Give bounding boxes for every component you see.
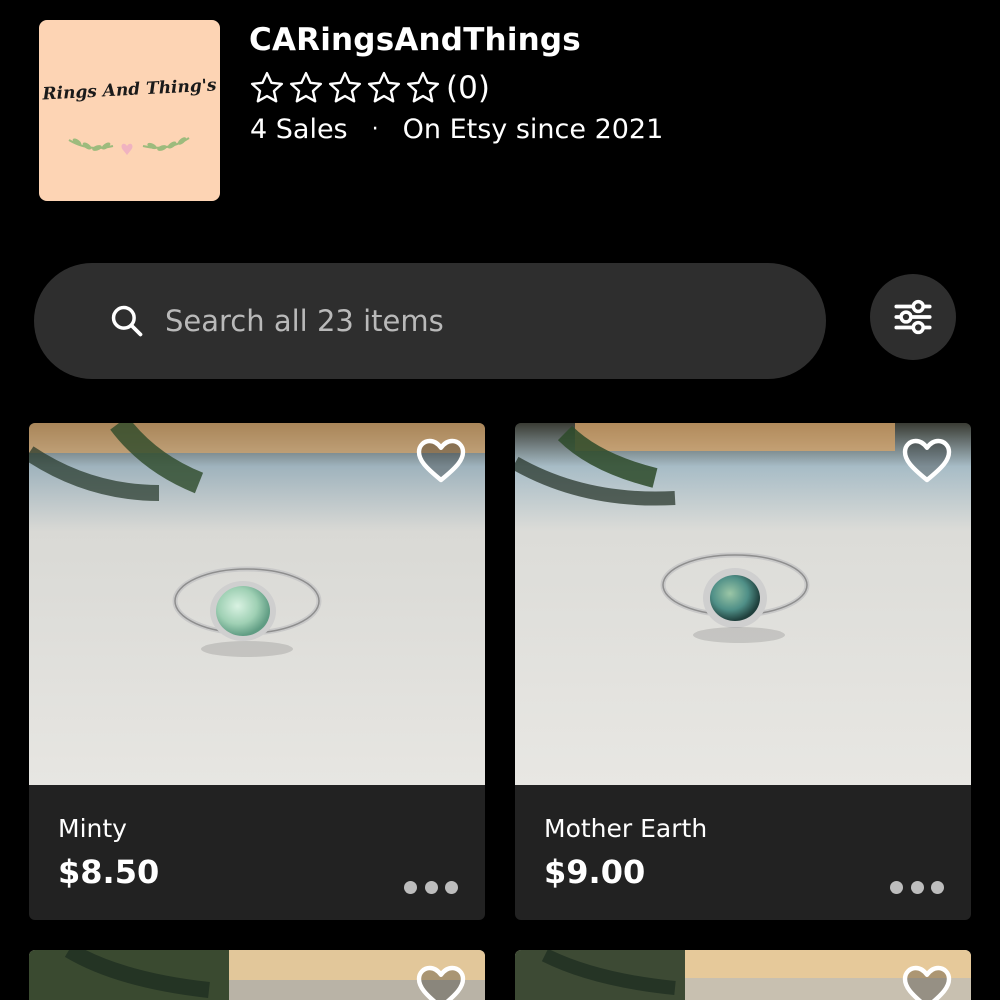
- dot-icon: [404, 880, 417, 894]
- more-options-button[interactable]: [890, 878, 944, 896]
- sliders-icon: [894, 299, 932, 335]
- dot-icon: [890, 880, 903, 894]
- star-outline-icon: [250, 71, 284, 103]
- dot-icon: [445, 880, 458, 894]
- shop-rating[interactable]: (0): [248, 68, 490, 108]
- heart-outline-icon: [902, 965, 952, 1000]
- heart-outline-icon: [416, 438, 466, 483]
- search-bar[interactable]: [34, 263, 826, 379]
- shop-logo[interactable]: Rings And Thing's: [39, 20, 220, 201]
- favorite-button[interactable]: [901, 964, 953, 1000]
- logo-ornament-icon: [68, 137, 190, 155]
- listing-card[interactable]: [29, 950, 485, 1000]
- listing-price: $8.50: [58, 853, 160, 891]
- filter-button[interactable]: [870, 274, 956, 360]
- meta-separator: ·: [371, 117, 379, 142]
- sales-count: 4 Sales: [250, 114, 348, 145]
- rating-count: (0): [446, 70, 490, 106]
- star-outline-icon: [289, 71, 323, 103]
- star-outline-icon: [367, 71, 401, 103]
- dot-icon: [931, 880, 944, 894]
- star-outline-icon: [328, 71, 362, 103]
- dot-icon: [910, 880, 924, 894]
- listing-card[interactable]: Mother Earth $9.00: [515, 423, 971, 920]
- listing-card[interactable]: Minty $8.50: [29, 423, 485, 920]
- favorite-button[interactable]: [415, 964, 467, 1000]
- heart-outline-icon: [416, 965, 466, 1000]
- search-icon: [111, 305, 143, 337]
- heart-outline-icon: [902, 438, 952, 483]
- listing-card[interactable]: [515, 950, 971, 1000]
- member-since: On Etsy since 2021: [402, 114, 664, 145]
- shop-meta: 4 Sales · On Etsy since 2021: [250, 112, 663, 148]
- favorite-button[interactable]: [415, 437, 467, 485]
- shop-name[interactable]: CARingsAndThings: [249, 20, 581, 60]
- listing-title[interactable]: Mother Earth: [544, 813, 707, 845]
- favorite-button[interactable]: [901, 437, 953, 485]
- dot-icon: [424, 880, 438, 894]
- listing-price: $9.00: [544, 853, 646, 891]
- more-options-button[interactable]: [404, 878, 458, 896]
- shop-page: Rings And Thing's CARingsAndThings (0) 4…: [0, 0, 1000, 1000]
- listing-title[interactable]: Minty: [58, 813, 127, 845]
- search-input[interactable]: [165, 304, 765, 338]
- logo-text: Rings And Thing's: [42, 75, 217, 105]
- star-outline-icon: [406, 71, 440, 103]
